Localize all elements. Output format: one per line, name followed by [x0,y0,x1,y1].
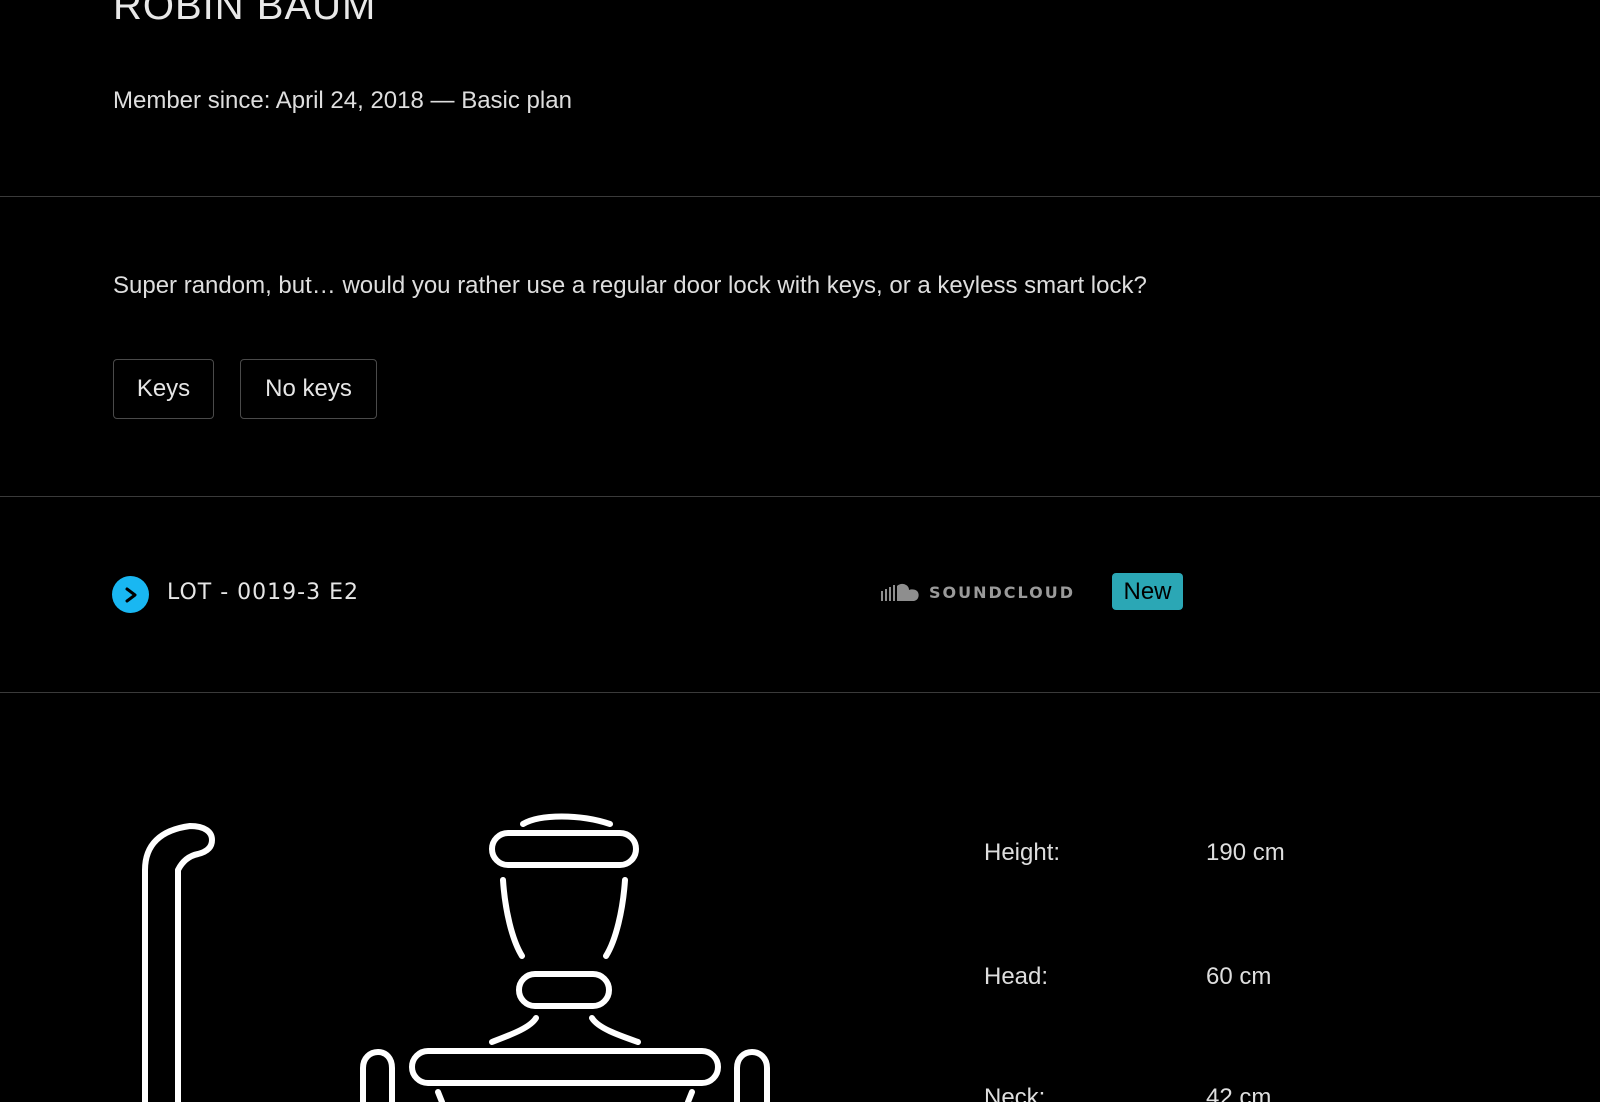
figure-shoulder-left [489,1015,539,1045]
figure-torso-left [435,1089,445,1102]
figure-shoulder-bar [409,1048,721,1086]
figure-head-arc [520,813,613,827]
member-since-label: Member since: [113,87,271,114]
no-keys-option-button[interactable]: No keys [240,359,377,419]
section-divider [0,692,1600,693]
soundcloud-label: SOUNDCLOUD [929,582,1076,602]
robot-figure-illustration [142,813,770,1102]
track-title[interactable]: LOT - 0019-3 E2 [167,580,359,605]
member-separator: — [430,87,455,114]
figure-torso-right [685,1089,695,1102]
cane-hook [142,823,215,1102]
figure-arm-left [360,1049,395,1102]
spec-value-height: 190 cm [1206,839,1285,866]
profile-page: ROBIN BAUM Member since: April 24, 2018 … [0,0,1600,1102]
figure-shoulder-right [589,1015,641,1045]
soundcloud-cloud-icon [881,583,919,601]
figure-head-band [489,830,639,868]
figure-head-right [603,877,628,959]
new-badge: New [1112,573,1183,610]
keys-option-button[interactable]: Keys [113,359,214,419]
spec-label-head: Head: [984,963,1049,990]
member-plan: Basic plan [461,87,572,114]
spec-label-height: Height: [984,839,1061,866]
section-divider [0,196,1600,197]
figure-arm-right [734,1049,770,1102]
soundcloud-logo[interactable]: SOUNDCLOUD [881,582,1075,602]
profile-name: ROBIN BAUM [113,0,377,28]
figure-neck [516,971,612,1009]
play-icon[interactable] [112,576,149,613]
member-since-date: April 24, 2018 [275,87,424,114]
member-info: Member since: April 24, 2018 — Basic pla… [113,87,572,115]
spec-label-neck: Neck: [984,1084,1046,1102]
spec-value-neck: 42 cm [1206,1084,1272,1102]
figure-head-left [500,877,525,959]
spec-value-head: 60 cm [1206,963,1272,990]
section-divider [0,496,1600,497]
poll-question: Super random, but… would you rather use … [113,272,1147,299]
